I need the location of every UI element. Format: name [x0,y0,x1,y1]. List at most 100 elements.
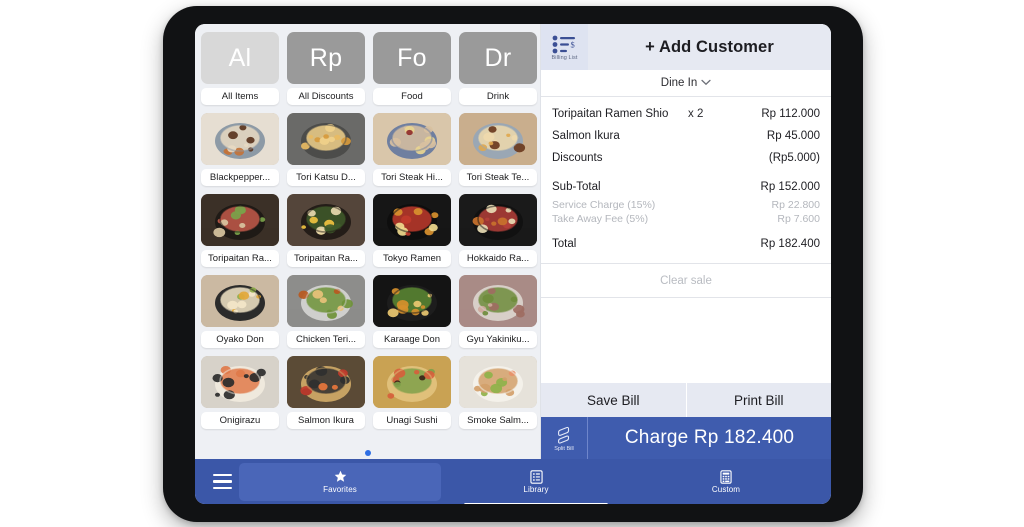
line-item-amount: Rp 7.600 [777,213,820,225]
line-item-amount: Rp 182.400 [760,238,820,250]
bill-line-item[interactable]: Toripaitan Ramen Shio x 2 Rp 112.000 [552,103,820,125]
bill-fee-row: Take Away Fee (5%) Rp 7.600 [552,212,820,226]
product-label: Onigirazu [201,412,279,429]
product-thumbnail [373,113,451,165]
product-tile[interactable]: Unagi Sushi [373,356,451,429]
bill-line-item[interactable]: Discounts (Rp5.000) [552,147,820,169]
product-thumbnail [373,194,451,246]
category-abbrev: Rp [287,32,365,84]
product-label: Toripaitan Ra... [201,250,279,267]
tablet-device-frame: Al All Items Rp All Discounts Fo Food Dr Drink … [163,6,863,522]
product-tile[interactable]: Hokkaido Ra... [459,194,537,267]
product-thumbnail [373,356,451,408]
product-tile[interactable]: Tori Katsu D... [287,113,365,186]
bill-empty-space [541,298,831,383]
category-tile-all-discounts[interactable]: Rp All Discounts [287,32,365,105]
product-tile[interactable]: Oyako Don [201,275,279,348]
print-bill-button[interactable]: Print Bill [685,383,832,417]
bill-total-row[interactable]: Total Rp 182.400 [552,226,820,255]
product-thumbnail [287,356,365,408]
split-bill-button[interactable]: Split Bill [541,417,588,459]
chevron-down-icon [701,77,711,89]
product-thumbnail [459,194,537,246]
product-label: Unagi Sushi [373,412,451,429]
nav-item-favorites[interactable]: Favorites [239,462,441,501]
product-tile[interactable]: Tori Steak Hi... [373,113,451,186]
hamburger-bar-1 [212,473,232,477]
line-item-amount: Rp 152.000 [760,181,820,193]
product-row-1: Blackpepper... Tori Katsu D... Tori Stea… [201,113,537,186]
product-thumbnail [459,275,537,327]
nav-label-custom: Custom [711,485,741,494]
save-bill-button[interactable]: Save Bill [541,383,686,417]
line-item-name: Toripaitan Ramen Shio [552,108,669,120]
product-label: Gyu Yakiniku... [459,331,537,348]
category-abbrev: Dr [459,32,537,84]
billing-list-button[interactable]: $ Billing List [541,24,588,70]
product-tile[interactable]: Onigirazu [201,356,279,429]
product-tile[interactable]: Blackpepper... [201,113,279,186]
product-tile[interactable]: Tokyo Ramen [373,194,451,267]
svg-text:$: $ [570,39,574,49]
line-item-name: Total [552,238,577,250]
nav-label-favorites: Favorites [323,485,357,494]
split-bill-icon [558,426,570,444]
page-indicator[interactable] [195,450,540,456]
star-icon [334,469,347,484]
charge-button[interactable]: Charge Rp 182.400 [588,417,831,459]
bill-subtotal-row[interactable]: Sub-Total Rp 152.000 [552,169,820,198]
product-tile[interactable]: Toripaitan Ra... [287,194,365,267]
product-thumbnail [201,113,279,165]
order-type-selector[interactable]: Dine In [541,70,831,97]
product-label: Chicken Teri... [287,331,365,348]
product-row-4: Onigirazu Salmon Ikura Unagi Sushi Smoke… [201,356,537,429]
billing-list-label: Billing List [551,55,578,61]
line-item-amount: Rp 45.000 [766,130,820,142]
line-item-name: Sub-Total [552,181,601,193]
product-thumbnail [287,275,365,327]
product-tile[interactable]: Gyu Yakiniku... [459,275,537,348]
product-label: Tori Steak Hi... [373,169,451,186]
category-label: All Items [201,88,279,105]
calculator-icon [720,469,732,484]
list-icon [529,469,543,484]
category-tile-all-items[interactable]: Al All Items [201,32,279,105]
add-customer-button[interactable]: + Add Customer [588,24,831,70]
line-item-name: Salmon Ikura [552,130,620,142]
bill-header: $ Billing List + Add Customer [541,24,831,70]
product-label: Smoke Salm... [459,412,537,429]
product-tile[interactable]: Tori Steak Te... [459,113,537,186]
product-tile[interactable]: Toripaitan Ra... [201,194,279,267]
screenshot-canvas: Al All Items Rp All Discounts Fo Food Dr Drink … [0,0,1024,527]
category-tile-drink[interactable]: Dr Drink [459,32,537,105]
product-label: Karaage Don [373,331,451,348]
product-tile[interactable]: Salmon Ikura [287,356,365,429]
product-label: Blackpepper... [201,169,279,186]
bottom-navigation: Favorites Library Custom [195,459,831,504]
tablet-screen: Al All Items Rp All Discounts Fo Food Dr Drink … [195,24,831,504]
order-type-label: Dine In [660,77,698,89]
category-label: All Discounts [287,88,365,105]
line-item-amount: (Rp5.000) [768,152,820,164]
product-thumbnail [373,275,451,327]
product-tile[interactable]: Karaage Don [373,275,451,348]
bill-line-item[interactable]: Salmon Ikura Rp 45.000 [552,125,820,147]
page-dot-1[interactable] [364,450,371,456]
category-abbrev: Al [201,32,279,84]
split-bill-label: Split Bill [554,445,574,452]
product-tile[interactable]: Chicken Teri... [287,275,365,348]
line-item-amount: Rp 22.800 [771,199,820,211]
line-item-name: Service Charge (15%) [552,199,656,211]
product-thumbnail [201,194,279,246]
nav-item-custom[interactable]: Custom [631,463,821,501]
line-item-name: Discounts [552,152,603,164]
product-tile[interactable]: Smoke Salm... [459,356,537,429]
product-label: Toripaitan Ra... [287,250,365,267]
clear-sale-button[interactable]: Clear sale [541,264,831,298]
hamburger-bar-3 [212,486,232,490]
category-tile-food[interactable]: Fo Food [373,32,451,105]
bill-action-bar: Save Bill Print Bill [541,383,831,417]
nav-item-library[interactable]: Library [441,463,631,504]
product-label: Tori Steak Te... [459,169,537,186]
hamburger-icon[interactable] [205,459,239,504]
